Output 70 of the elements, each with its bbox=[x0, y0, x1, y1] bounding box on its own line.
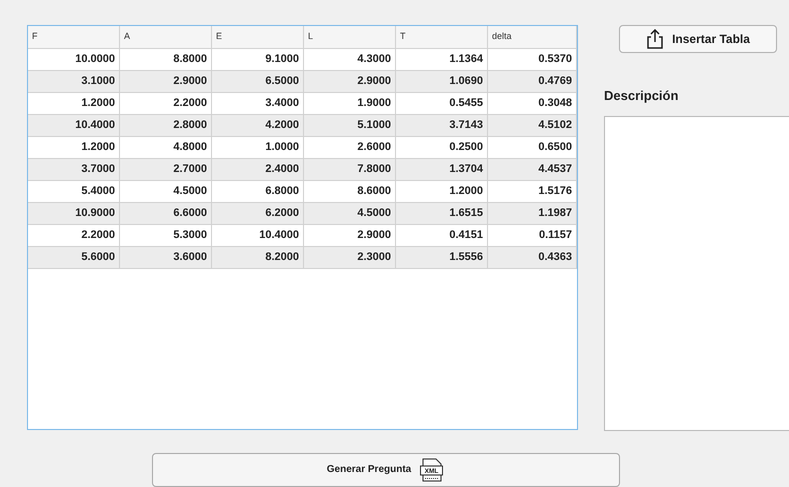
table-cell: 6.2000 bbox=[212, 203, 304, 225]
table-cell: 4.2000 bbox=[212, 115, 304, 137]
table-cell: 9.1000 bbox=[212, 49, 304, 71]
table-cell: 0.4363 bbox=[488, 247, 577, 269]
table-cell: 4.5000 bbox=[304, 203, 396, 225]
table-cell: 1.1364 bbox=[396, 49, 488, 71]
table-cell: 5.4000 bbox=[28, 181, 120, 203]
table-cell: 1.1987 bbox=[488, 203, 577, 225]
column-header[interactable]: F bbox=[28, 26, 120, 49]
column-header[interactable]: A bbox=[120, 26, 212, 49]
table-cell: 1.0000 bbox=[212, 137, 304, 159]
table-cell: 0.4151 bbox=[396, 225, 488, 247]
table-cell: 1.2000 bbox=[396, 181, 488, 203]
table-cell: 1.6515 bbox=[396, 203, 488, 225]
table-cell: 2.4000 bbox=[212, 159, 304, 181]
table-cell: 2.2000 bbox=[120, 93, 212, 115]
table-cell: 1.2000 bbox=[28, 137, 120, 159]
column-header[interactable]: T bbox=[396, 26, 488, 49]
table-cell: 5.1000 bbox=[304, 115, 396, 137]
table-cell: 4.3000 bbox=[304, 49, 396, 71]
table-cell: 2.2000 bbox=[28, 225, 120, 247]
insert-table-button[interactable]: Insertar Tabla bbox=[619, 25, 777, 53]
table-cell: 10.4000 bbox=[28, 115, 120, 137]
table-cell: 6.6000 bbox=[120, 203, 212, 225]
table-cell: 10.4000 bbox=[212, 225, 304, 247]
table-cell: 1.9000 bbox=[304, 93, 396, 115]
table-cell: 2.9000 bbox=[120, 71, 212, 93]
table-cell: 1.3704 bbox=[396, 159, 488, 181]
description-field[interactable] bbox=[604, 116, 789, 430]
table-cell: 7.8000 bbox=[304, 159, 396, 181]
column-header[interactable]: L bbox=[304, 26, 396, 49]
table-cell: 1.5176 bbox=[488, 181, 577, 203]
table-cell: 2.6000 bbox=[304, 137, 396, 159]
description-label: Descripción bbox=[604, 87, 680, 105]
table-cell: 2.8000 bbox=[120, 115, 212, 137]
table-cell: 3.4000 bbox=[212, 93, 304, 115]
table-cell: 2.9000 bbox=[304, 225, 396, 247]
table-cell: 4.5000 bbox=[120, 181, 212, 203]
table-cell: 2.9000 bbox=[304, 71, 396, 93]
table-cell: 3.6000 bbox=[120, 247, 212, 269]
table-cell: 1.0690 bbox=[396, 71, 488, 93]
table-cell: 2.3000 bbox=[304, 247, 396, 269]
table-cell: 4.5102 bbox=[488, 115, 577, 137]
share-icon bbox=[646, 29, 664, 49]
table-cell: 4.4537 bbox=[488, 159, 577, 181]
column-header[interactable]: delta bbox=[488, 26, 577, 49]
table-cell: 3.7143 bbox=[396, 115, 488, 137]
table-cell: 3.1000 bbox=[28, 71, 120, 93]
table-cell: 8.8000 bbox=[120, 49, 212, 71]
table-cell: 0.4769 bbox=[488, 71, 577, 93]
table-cell: 0.6500 bbox=[488, 137, 577, 159]
table-cell: 0.5370 bbox=[488, 49, 577, 71]
table-cell: 10.0000 bbox=[28, 49, 120, 71]
table-cell: 3.7000 bbox=[28, 159, 120, 181]
table-cell: 1.2000 bbox=[28, 93, 120, 115]
table-cell: 8.6000 bbox=[304, 181, 396, 203]
table-cell: 2.7000 bbox=[120, 159, 212, 181]
column-header[interactable]: E bbox=[212, 26, 304, 49]
table-cell: 4.8000 bbox=[120, 137, 212, 159]
table-cell: 5.6000 bbox=[28, 247, 120, 269]
table-cell: 0.2500 bbox=[396, 137, 488, 159]
table-cell: 0.1157 bbox=[488, 225, 577, 247]
table-cell: 0.5455 bbox=[396, 93, 488, 115]
table-cell: 8.2000 bbox=[212, 247, 304, 269]
table-cell: 6.8000 bbox=[212, 181, 304, 203]
table-cell: 6.5000 bbox=[212, 71, 304, 93]
table-cell: 0.3048 bbox=[488, 93, 577, 115]
table-cell: 10.9000 bbox=[28, 203, 120, 225]
table-cell: 1.5556 bbox=[396, 247, 488, 269]
table-cell: 5.3000 bbox=[120, 225, 212, 247]
